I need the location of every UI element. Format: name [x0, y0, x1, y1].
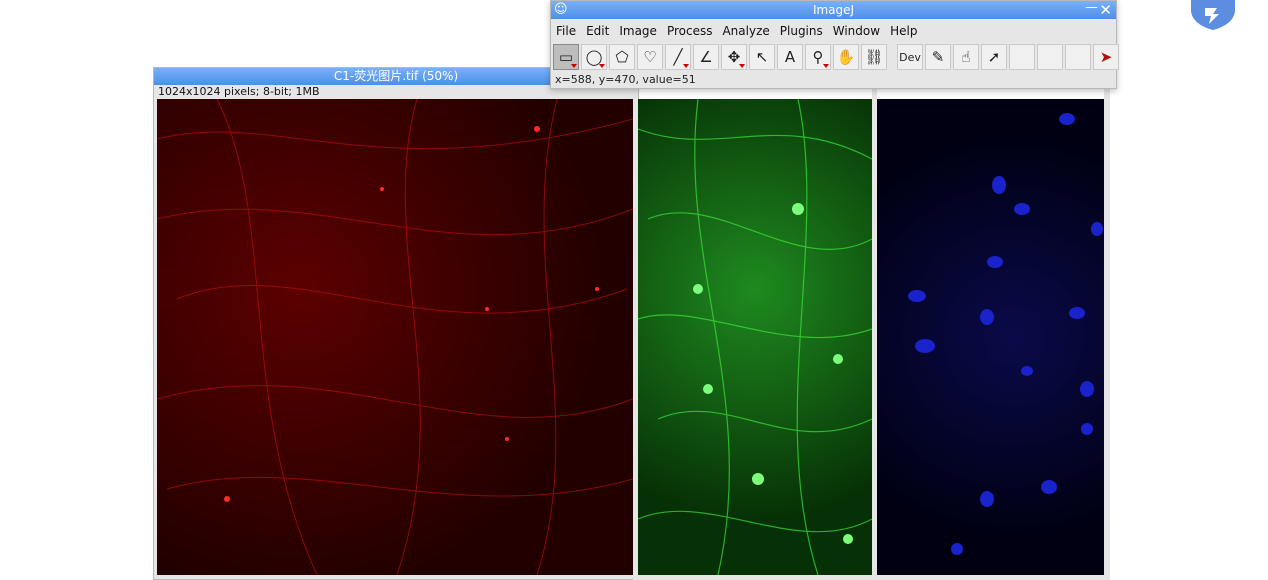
- toolbar: ▭ ◯ ⬠ ♡ ╱ ∠ ✥ ↖ A ⚲ ✋ ⛓ Dev ✎ ☝ ➚ ➤: [553, 44, 1121, 71]
- image-info: 1024x1024 pixels; 8-bit; 1MB: [158, 85, 320, 98]
- imagej-title: ImageJ: [812, 3, 855, 17]
- arrow-tool-icon[interactable]: ➚: [981, 44, 1007, 70]
- angle-tool-icon[interactable]: ∠: [693, 44, 719, 70]
- menu-image[interactable]: Image: [614, 20, 662, 42]
- menubar: File Edit Image Process Analyze Plugins …: [551, 20, 922, 42]
- close-icon[interactable]: ✕: [1099, 1, 1112, 19]
- brush-tool-icon[interactable]: ✎: [925, 44, 951, 70]
- menu-plugins[interactable]: Plugins: [775, 20, 828, 42]
- empty-tool-slot[interactable]: [1037, 44, 1063, 70]
- imagej-app-icon: ☺: [554, 2, 568, 17]
- polygon-tool-icon[interactable]: ⬠: [609, 44, 635, 70]
- panel-border: [633, 575, 1110, 580]
- red-channel-image[interactable]: [157, 99, 633, 575]
- panel-divider: [633, 99, 638, 580]
- menu-help[interactable]: Help: [885, 20, 922, 42]
- panel-divider: [872, 89, 877, 580]
- imagej-window: ☺ ImageJ — ✕ File Edit Image Process Ana…: [550, 0, 1119, 89]
- imagej-titlebar[interactable]: ☺ ImageJ — ✕: [551, 0, 1116, 19]
- shield-icon[interactable]: [1189, 0, 1237, 30]
- more-tools-icon[interactable]: ➤: [1093, 44, 1119, 70]
- line-tool-icon[interactable]: ╱: [665, 44, 691, 70]
- flood-fill-tool-icon[interactable]: ☝: [953, 44, 979, 70]
- freehand-tool-icon[interactable]: ♡: [637, 44, 663, 70]
- hand-tool-icon[interactable]: ✋: [833, 44, 859, 70]
- rectangle-tool-icon[interactable]: ▭: [553, 44, 579, 70]
- empty-tool-slot[interactable]: [1009, 44, 1035, 70]
- menu-window[interactable]: Window: [828, 20, 885, 42]
- zoom-tool-icon[interactable]: ⚲: [805, 44, 831, 70]
- blue-channel-image[interactable]: [877, 99, 1104, 575]
- menu-process[interactable]: Process: [662, 20, 718, 42]
- menu-file[interactable]: File: [551, 20, 581, 42]
- oval-tool-icon[interactable]: ◯: [581, 44, 607, 70]
- color-picker-tool-icon[interactable]: ⛓: [861, 44, 887, 70]
- panel-border: [1104, 89, 1110, 580]
- point-tool-icon[interactable]: ✥: [721, 44, 747, 70]
- menu-analyze[interactable]: Analyze: [717, 20, 774, 42]
- menu-edit[interactable]: Edit: [581, 20, 614, 42]
- dev-tool-icon[interactable]: Dev: [897, 44, 923, 70]
- minimize-icon[interactable]: —: [1085, 0, 1098, 17]
- wand-tool-icon[interactable]: ↖: [749, 44, 775, 70]
- text-tool-icon[interactable]: A: [777, 44, 803, 70]
- green-channel-image[interactable]: [638, 99, 872, 575]
- empty-tool-slot[interactable]: [1065, 44, 1091, 70]
- status-bar: x=588, y=470, value=51: [555, 73, 696, 86]
